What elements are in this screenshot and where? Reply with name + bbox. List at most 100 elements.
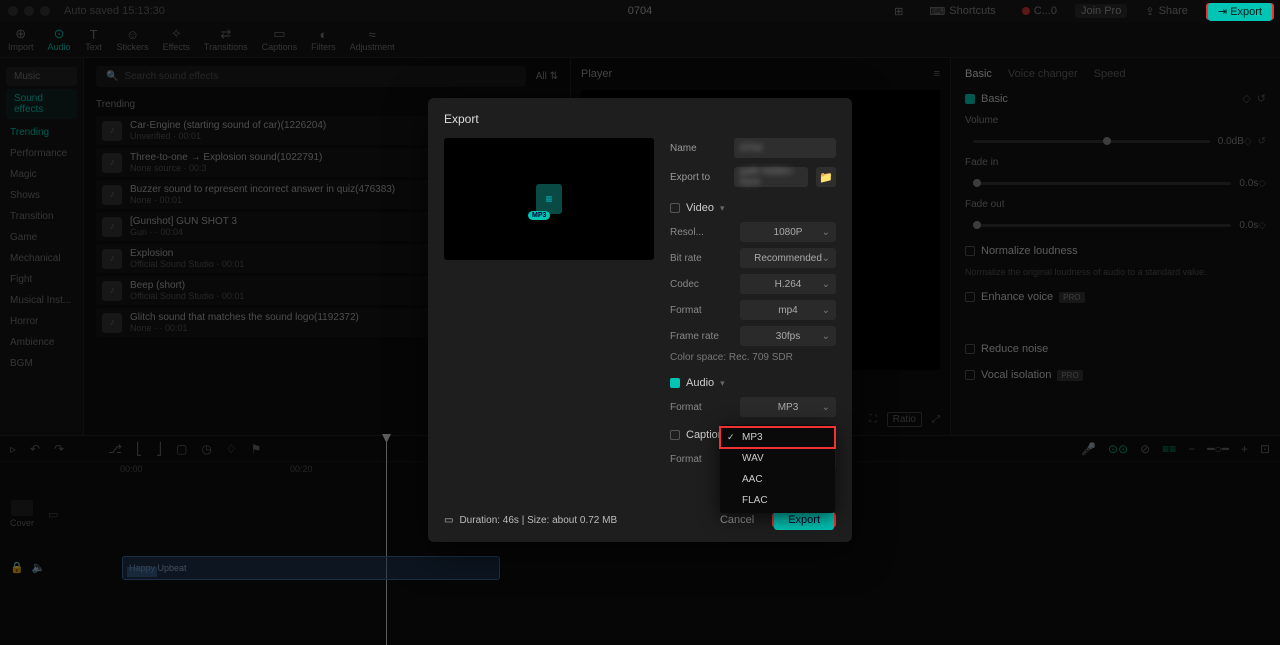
filter-all[interactable]: All ⇅: [536, 71, 558, 82]
sidebar-item-performance[interactable]: Performance: [0, 143, 83, 164]
audio-clip[interactable]: Happy Upbeat: [122, 556, 500, 580]
reset-icon[interactable]: ↺: [1258, 136, 1266, 147]
dropdown-option-aac[interactable]: AAC: [720, 469, 835, 490]
dropdown-option-wav[interactable]: WAV: [720, 448, 835, 469]
fadein-slider[interactable]: [973, 182, 1231, 185]
sidebar-item-transition[interactable]: Transition: [0, 206, 83, 227]
dropdown-option-flac[interactable]: FLAC: [720, 490, 835, 511]
toggle-icon[interactable]: ⊘: [1140, 442, 1150, 456]
dropdown-option-mp3[interactable]: MP3: [720, 427, 835, 448]
toggle-icon[interactable]: ≡≡: [1162, 442, 1176, 456]
ratio-button[interactable]: Ratio: [887, 412, 922, 427]
keyframe-icon[interactable]: ◇: [1244, 136, 1252, 147]
tool-audio[interactable]: ⊙Audio: [48, 27, 71, 52]
split-icon[interactable]: ⎇: [108, 442, 122, 456]
tool-transitions[interactable]: ⇄Transitions: [204, 27, 248, 52]
keyframe-icon[interactable]: ◇: [1242, 92, 1250, 105]
export-button-top[interactable]: ⇥ Export: [1208, 3, 1272, 21]
vocal-isolation-checkbox[interactable]: [965, 370, 975, 380]
playhead[interactable]: [386, 436, 387, 645]
crop-icon[interactable]: ⛶: [870, 414, 877, 425]
mic-icon[interactable]: 🎤: [1081, 442, 1096, 456]
export-confirm-button[interactable]: Export: [774, 510, 834, 530]
cover-button[interactable]: Cover: [10, 500, 34, 528]
keyframe-icon[interactable]: ◇: [1258, 178, 1266, 189]
video-export-checkbox[interactable]: [670, 203, 680, 213]
zoom-out-icon[interactable]: −: [1188, 442, 1195, 456]
sidebar-item-ambience[interactable]: Ambience: [0, 332, 83, 353]
trim-right-icon[interactable]: ⎦: [156, 442, 162, 456]
mute-icon[interactable]: 🔈: [32, 561, 46, 574]
sidebar-item-fight[interactable]: Fight: [0, 269, 83, 290]
tool-stickers[interactable]: ☺Stickers: [117, 27, 149, 52]
undo-icon[interactable]: ↶: [30, 442, 40, 456]
tool-icon[interactable]: ◷: [201, 442, 211, 456]
player-menu-icon[interactable]: ≡: [934, 68, 940, 80]
resolution-select[interactable]: 1080P: [740, 222, 836, 242]
review-button[interactable]: ⊞: [886, 3, 911, 20]
tab-voice-changer[interactable]: Voice changer: [1008, 68, 1078, 80]
minimize-window-icon[interactable]: [24, 6, 34, 16]
audio-format-select[interactable]: MP3: [740, 397, 836, 417]
sidebar-item-shows[interactable]: Shows: [0, 185, 83, 206]
browse-folder-button[interactable]: 📁: [816, 167, 836, 187]
sidebar-item-horror[interactable]: Horror: [0, 311, 83, 332]
join-pro-button[interactable]: Join Pro: [1075, 4, 1127, 18]
reduce-noise-checkbox[interactable]: [965, 344, 975, 354]
bitrate-select[interactable]: Recommended: [740, 248, 836, 268]
zoom-in-icon[interactable]: +: [1241, 442, 1248, 456]
zoom-slider[interactable]: ━○━: [1207, 442, 1229, 456]
sidebar-music[interactable]: Music: [6, 67, 77, 86]
sidebar-item-musical[interactable]: Musical Inst...: [0, 290, 83, 311]
sidebar-item-magic[interactable]: Magic: [0, 164, 83, 185]
audio-export-checkbox[interactable]: [670, 378, 680, 388]
fit-icon[interactable]: ⊡: [1260, 442, 1270, 456]
tool-captions[interactable]: ▭Captions: [262, 27, 298, 52]
pointer-tool-icon[interactable]: ▹: [10, 442, 16, 456]
sidebar-item-bgm[interactable]: BGM: [0, 353, 83, 374]
close-window-icon[interactable]: [8, 6, 18, 16]
name-input[interactable]: 0704: [734, 138, 836, 158]
tab-speed[interactable]: Speed: [1094, 68, 1126, 80]
tool-icon[interactable]: ⚑: [251, 442, 262, 456]
search-input[interactable]: 🔍Search sound effects: [96, 66, 526, 87]
record-status[interactable]: C...0: [1014, 3, 1065, 19]
fadeout-slider[interactable]: [973, 224, 1231, 227]
tool-adjustment[interactable]: ≈Adjustment: [350, 27, 395, 52]
tool-filters[interactable]: ◐Filters: [311, 27, 336, 52]
delete-icon[interactable]: ▢: [176, 442, 187, 456]
trim-left-icon[interactable]: ⎣: [136, 442, 142, 456]
tool-text[interactable]: TText: [85, 27, 103, 52]
export-path-input[interactable]: path hidden here: [734, 167, 808, 187]
transitions-icon: ⇄: [217, 27, 235, 41]
add-track-icon[interactable]: ▭: [48, 508, 58, 521]
cancel-button[interactable]: Cancel: [710, 510, 764, 530]
tool-icon[interactable]: ♢: [226, 442, 237, 456]
video-format-select[interactable]: mp4: [740, 300, 836, 320]
shortcuts-button[interactable]: ⌨ Shortcuts: [921, 3, 1003, 20]
enhance-checkbox[interactable]: [965, 292, 975, 302]
lock-icon[interactable]: 🔒: [10, 561, 24, 574]
sidebar-item-game[interactable]: Game: [0, 227, 83, 248]
basic-checkbox[interactable]: [965, 94, 975, 104]
tool-import[interactable]: ⊕Import: [8, 27, 34, 52]
normalize-checkbox[interactable]: [965, 246, 975, 256]
captions-export-checkbox[interactable]: [670, 430, 680, 440]
sidebar-item-trending[interactable]: Trending: [0, 122, 83, 143]
maximize-window-icon[interactable]: [40, 6, 50, 16]
sidebar-item-mechanical[interactable]: Mechanical: [0, 248, 83, 269]
tool-effects[interactable]: ✧Effects: [163, 27, 190, 52]
codec-select[interactable]: H.264: [740, 274, 836, 294]
tab-basic[interactable]: Basic: [965, 68, 992, 80]
reset-icon[interactable]: ↺: [1257, 92, 1266, 105]
fullscreen-icon[interactable]: ⤢: [932, 414, 940, 425]
toggle-icon[interactable]: ⊙⊙: [1108, 442, 1128, 456]
redo-icon[interactable]: ↷: [54, 442, 64, 456]
volume-slider[interactable]: [973, 140, 1210, 143]
import-icon: ⊕: [12, 27, 30, 41]
sidebar-sound-effects[interactable]: Sound effects: [6, 89, 77, 119]
text-icon: T: [85, 27, 103, 41]
share-button[interactable]: ⇪ Share: [1137, 3, 1196, 20]
framerate-select[interactable]: 30fps: [740, 326, 836, 346]
keyframe-icon[interactable]: ◇: [1258, 220, 1266, 231]
